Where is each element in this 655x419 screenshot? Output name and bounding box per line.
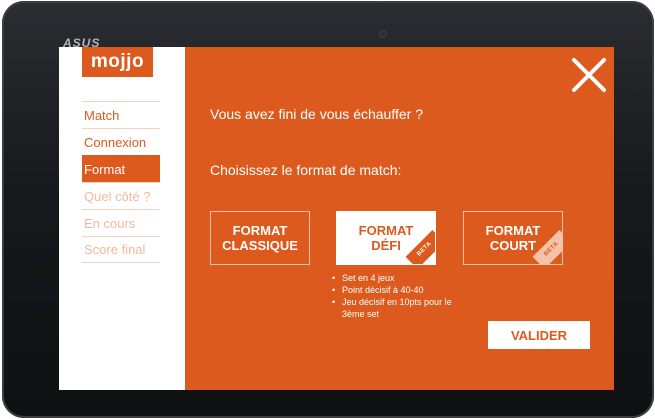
validate-button[interactable]: VALIDER [488,321,590,349]
format-card-line2: DÉFI [371,238,401,253]
detail-item: Jeu décisif en 10pts pour le 3ème set [332,296,452,320]
format-card-line1: FORMAT [232,223,288,238]
format-card-line1: FORMAT [358,223,414,238]
step-navigation: Match Connexion Format Quel côté ? En co… [82,101,160,263]
warmup-question: Vous avez fini de vous échauffer ? [210,106,423,122]
sidebar-item-score-final: Score final [82,236,160,263]
format-details-list: Set en 4 jeux Point décisif à 40-40 Jeu … [332,272,452,320]
sidebar-item-en-cours: En cours [82,209,160,236]
sidebar-item-format[interactable]: Format [82,155,160,182]
format-court-button[interactable]: FORMAT COURT BETA [463,211,563,265]
sidebar-item-connexion[interactable]: Connexion [82,128,160,155]
sidebar: mojjo Match Connexion Format Quel côté ?… [59,47,185,390]
camera-dot [380,31,386,37]
sidebar-item-quel-cote: Quel côté ? [82,182,160,209]
app-screen: mojjo Match Connexion Format Quel côté ?… [59,47,614,390]
format-card-line2: COURT [489,238,537,253]
tablet-frame: ASUS mojjo Match Connexion Format Quel c… [2,1,654,418]
detail-item: Set en 4 jeux [332,272,452,284]
detail-item: Point décisif à 40-40 [332,284,452,296]
close-button[interactable] [571,57,607,93]
close-icon [572,58,606,92]
mojjo-logo: mojjo [82,47,153,77]
sidebar-item-match[interactable]: Match [82,101,160,128]
format-card-line2: CLASSIQUE [222,238,298,253]
format-classique-button[interactable]: FORMAT CLASSIQUE [210,211,310,265]
format-card-line1: FORMAT [485,223,541,238]
main-panel: Vous avez fini de vous échauffer ? Chois… [185,47,614,390]
format-question: Choisissez le format de match: [210,162,402,178]
format-defi-button[interactable]: FORMAT DÉFI BETA [336,211,436,265]
